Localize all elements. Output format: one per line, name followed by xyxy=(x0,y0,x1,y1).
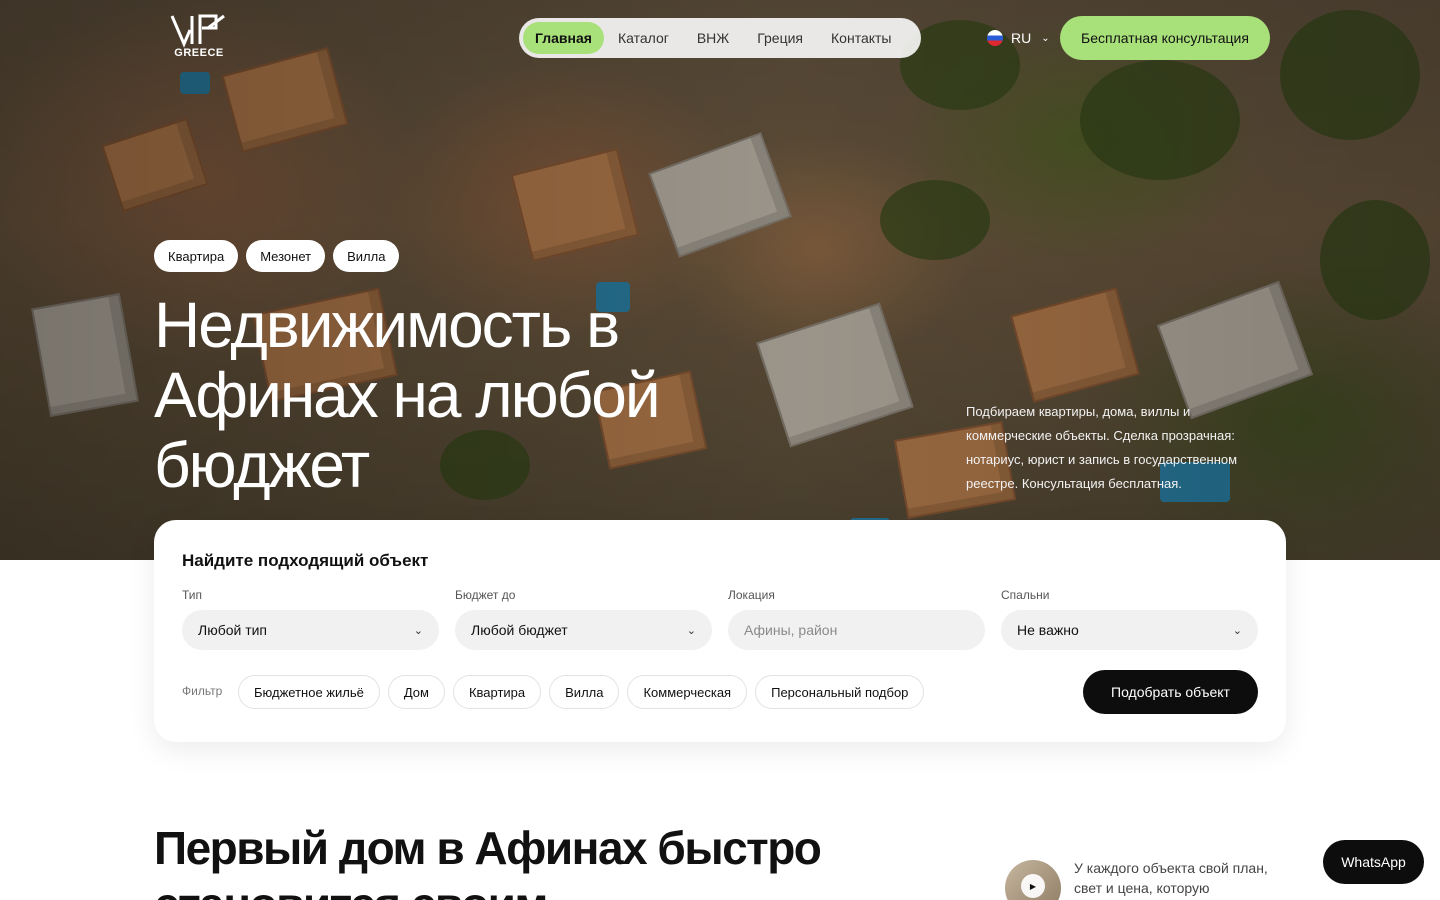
location-field xyxy=(728,610,985,650)
whatsapp-button[interactable]: WhatsApp xyxy=(1323,840,1424,884)
section-title: Первый дом в Афинах быстро становится св… xyxy=(154,822,822,900)
search-title: Найдите подходящий объект xyxy=(182,551,429,570)
filter-label: Фильтр xyxy=(182,684,223,698)
budget-label: Бюджет до xyxy=(455,588,516,602)
logo[interactable]: GREECE xyxy=(168,14,230,62)
russia-flag-icon xyxy=(987,30,1003,46)
filter-chip-commercial[interactable]: Коммерческая xyxy=(627,675,748,709)
vip-logo-mark-icon xyxy=(170,14,225,48)
main-navigation: Главная Каталог ВНЖ Греция Контакты xyxy=(519,18,921,58)
budget-select-value: Любой бюджет xyxy=(471,622,568,638)
video-caption: У каждого объекта свой план, свет и цена… xyxy=(1074,860,1268,896)
video-thumbnail[interactable]: ▶ xyxy=(1005,860,1061,900)
nav-item-contacts[interactable]: Контакты xyxy=(817,22,905,54)
nav-item-greece[interactable]: Греция xyxy=(743,22,817,54)
type-label: Тип xyxy=(182,588,203,602)
filter-chip-budget-housing[interactable]: Бюджетное жильё xyxy=(238,675,380,709)
hero-title: Недвижимость в Афинах на любой бюджет xyxy=(154,289,661,501)
nav-item-home[interactable]: Главная xyxy=(523,22,604,54)
nav-item-catalog[interactable]: Каталог xyxy=(604,22,683,54)
hero-description: Подбираем квартиры, дома, виллы и коммер… xyxy=(966,404,1238,491)
chip-maisonette[interactable]: Мезонет xyxy=(246,240,326,272)
logo-text: GREECE xyxy=(174,47,224,59)
bedrooms-label: Спальни xyxy=(1001,588,1050,602)
play-icon: ▶ xyxy=(1021,874,1045,898)
chevron-down-icon: ⌄ xyxy=(686,624,696,637)
language-selector[interactable]: RU ⌄ xyxy=(987,28,1050,48)
filter-chip-villa[interactable]: Вилла xyxy=(549,675,620,709)
search-card: Найдите подходящий объект Тип Любой тип … xyxy=(154,520,1286,742)
type-select[interactable]: Любой тип ⌄ xyxy=(182,610,439,650)
filter-chips: Бюджетное жильё Дом Квартира Вилла Комме… xyxy=(238,675,925,709)
location-label: Локация xyxy=(728,588,775,602)
property-type-chips: Квартира Мезонет Вилла xyxy=(154,240,400,272)
bedrooms-select[interactable]: Не важно ⌄ xyxy=(1001,610,1258,650)
nav-item-residence-permit[interactable]: ВНЖ xyxy=(683,22,743,54)
find-property-button[interactable]: Подобрать объект xyxy=(1083,670,1258,714)
budget-select[interactable]: Любой бюджет ⌄ xyxy=(455,610,712,650)
type-select-value: Любой тип xyxy=(198,622,268,638)
filter-chip-personal-selection[interactable]: Персональный подбор xyxy=(755,675,925,709)
chip-villa[interactable]: Вилла xyxy=(333,240,400,272)
chevron-down-icon: ⌄ xyxy=(413,624,423,637)
filter-chip-house[interactable]: Дом xyxy=(387,675,445,709)
location-input[interactable] xyxy=(744,622,969,638)
bedrooms-select-value: Не важно xyxy=(1017,622,1079,638)
chevron-down-icon: ⌄ xyxy=(1232,624,1242,637)
free-consultation-button[interactable]: Бесплатная консультация xyxy=(1060,16,1270,60)
filter-chip-apartment[interactable]: Квартира xyxy=(452,675,542,709)
chip-apartment[interactable]: Квартира xyxy=(154,240,239,272)
chevron-down-icon: ⌄ xyxy=(1041,32,1050,44)
language-code: RU xyxy=(1011,30,1032,46)
